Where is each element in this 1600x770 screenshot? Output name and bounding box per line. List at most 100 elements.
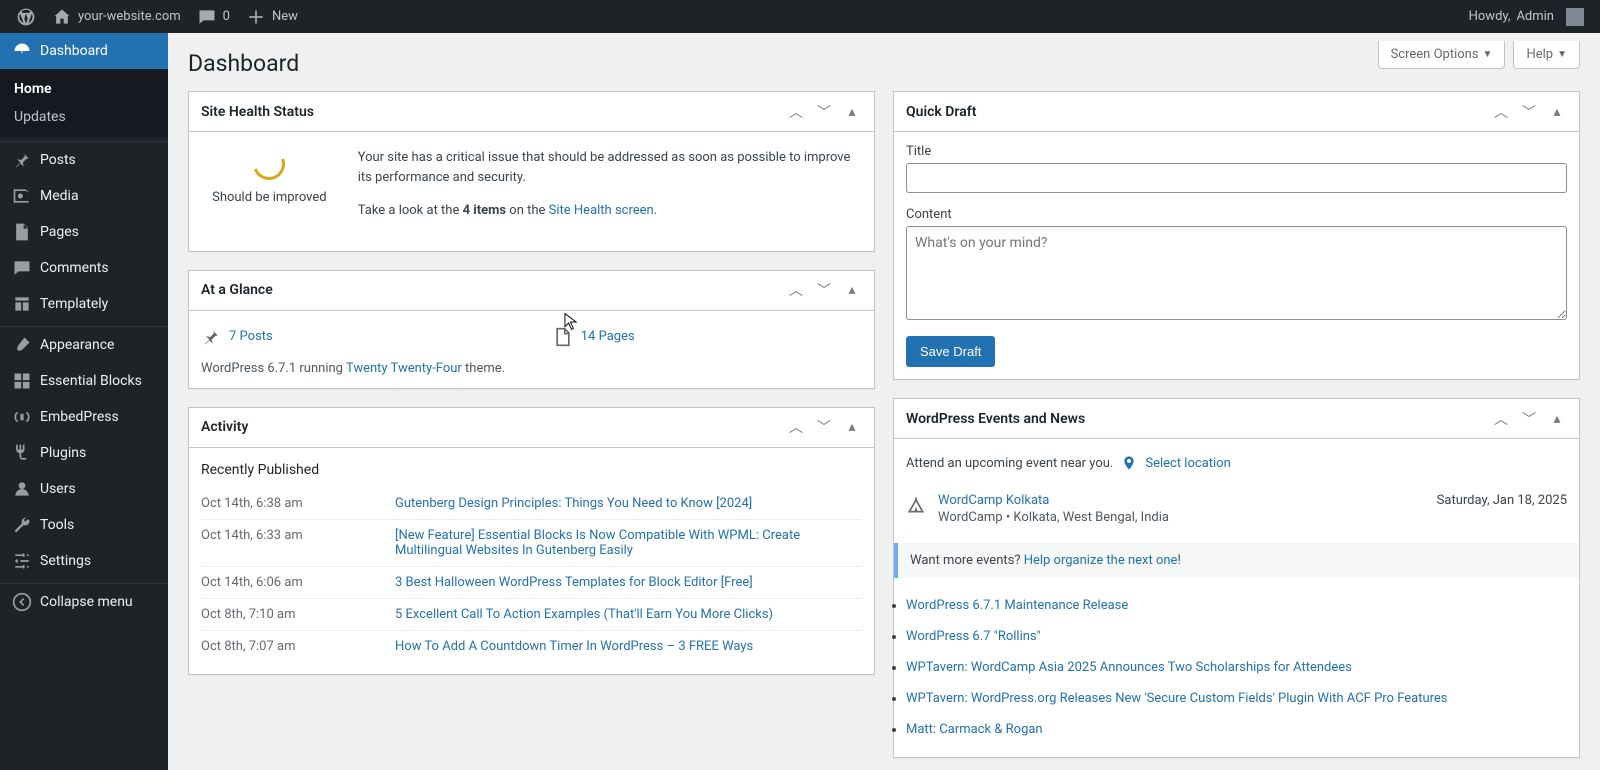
menu-item-tools[interactable]: Tools bbox=[0, 507, 168, 543]
menu-item-templately[interactable]: Templately bbox=[0, 286, 168, 322]
events-near-text: Attend an upcoming event near you. bbox=[906, 456, 1113, 471]
event-link[interactable]: WordCamp Kolkata bbox=[938, 493, 1049, 508]
news-link[interactable]: WordPress 6.7 "Rollins" bbox=[906, 629, 1041, 644]
toggle-panel-button[interactable]: ▴ bbox=[1547, 102, 1567, 122]
move-down-button[interactable]: ﹀ bbox=[1519, 409, 1539, 429]
activity-item: Oct 14th, 6:33 am[New Feature] Essential… bbox=[201, 519, 862, 566]
activity-date: Oct 8th, 7:07 am bbox=[201, 639, 371, 654]
toggle-panel-button[interactable]: ▴ bbox=[842, 280, 862, 300]
move-up-button[interactable]: ︿ bbox=[786, 280, 806, 300]
site-health-title: Site Health Status bbox=[201, 104, 314, 120]
collapse-icon bbox=[12, 592, 32, 612]
draft-title: Quick Draft bbox=[906, 104, 976, 120]
toggle-panel-button[interactable]: ▴ bbox=[1547, 409, 1567, 429]
draft-content-textarea[interactable] bbox=[906, 226, 1567, 320]
activity-date: Oct 14th, 6:38 am bbox=[201, 496, 371, 511]
embed-icon bbox=[12, 407, 32, 427]
draft-content-label: Content bbox=[906, 207, 1567, 222]
menu-item-appearance[interactable]: Appearance bbox=[0, 327, 168, 363]
activity-date: Oct 8th, 7:10 am bbox=[201, 607, 371, 622]
user-name: Admin bbox=[1516, 9, 1554, 24]
move-down-button[interactable]: ﹀ bbox=[814, 102, 834, 122]
menu-item-pages[interactable]: Pages bbox=[0, 214, 168, 250]
activity-item: Oct 14th, 6:06 am 3 Best Halloween WordPr… bbox=[201, 566, 862, 598]
wp-logo-menu[interactable] bbox=[8, 0, 44, 33]
event-meta: WordCamp • Kolkata, West Bengal, India bbox=[938, 510, 1425, 525]
admin-toolbar: your-website.com 0 New Howdy, Admin bbox=[0, 0, 1600, 33]
comments-link[interactable]: 0 bbox=[189, 0, 238, 33]
move-up-button[interactable]: ︿ bbox=[1491, 409, 1511, 429]
news-link[interactable]: WPTavern: WordPress.org Releases New 'Se… bbox=[906, 691, 1448, 706]
menu-item-posts[interactable]: Posts bbox=[0, 142, 168, 178]
templately-icon bbox=[12, 294, 32, 314]
select-location-link[interactable]: Select location bbox=[1145, 456, 1230, 471]
activity-post-link[interactable]: How To Add A Countdown Timer In WordPres… bbox=[395, 639, 753, 654]
news-link[interactable]: Matt: Carmack & Rogan bbox=[906, 722, 1043, 737]
move-down-button[interactable]: ﹀ bbox=[1519, 102, 1539, 122]
menu-item-plugins[interactable]: Plugins bbox=[0, 435, 168, 471]
menu-item-media[interactable]: Media bbox=[0, 178, 168, 214]
dashboard-icon bbox=[12, 41, 32, 61]
activity-post-link[interactable]: 5 Excellent Call To Action Examples (Tha… bbox=[395, 607, 773, 622]
activity-post-link[interactable]: [New Feature] Essential Blocks Is Now Co… bbox=[395, 528, 862, 558]
activity-item: Oct 8th, 7:07 am How To Add A Countdown T… bbox=[201, 630, 862, 662]
menu-item-dashboard[interactable]: Dashboard bbox=[0, 33, 168, 69]
move-up-button[interactable]: ︿ bbox=[786, 102, 806, 122]
organize-event-link[interactable]: Help organize the next one bbox=[1024, 553, 1178, 568]
activity-item: Oct 8th, 7:10 am 5 Excellent Call To Acti… bbox=[201, 598, 862, 630]
health-indicator: Should be improved bbox=[201, 148, 338, 235]
event-date: Saturday, Jan 18, 2025 bbox=[1437, 493, 1567, 508]
site-health-link[interactable]: Site Health screen bbox=[549, 203, 654, 218]
health-progress-icon bbox=[248, 143, 291, 186]
wordcamp-icon bbox=[906, 495, 926, 515]
move-up-button[interactable]: ︿ bbox=[1491, 102, 1511, 122]
activity-post-link[interactable]: 3 Best Halloween WordPress Templates for… bbox=[395, 575, 753, 590]
submenu-item-updates[interactable]: Updates bbox=[0, 103, 168, 131]
news-item: WordPress 6.7 "Rollins" bbox=[906, 621, 1567, 652]
news-link[interactable]: WPTavern: WordCamp Asia 2025 Announces T… bbox=[906, 660, 1352, 675]
collapse-menu[interactable]: Collapse menu bbox=[0, 584, 168, 620]
move-down-button[interactable]: ﹀ bbox=[814, 280, 834, 300]
page-title: Dashboard bbox=[188, 41, 299, 81]
account-menu[interactable]: Howdy, Admin bbox=[1461, 0, 1592, 33]
site-name-link[interactable]: your-website.com bbox=[44, 0, 189, 33]
wrench-icon bbox=[12, 515, 32, 535]
draft-title-input[interactable] bbox=[906, 163, 1567, 193]
menu-item-users[interactable]: Users bbox=[0, 471, 168, 507]
move-down-button[interactable]: ﹀ bbox=[814, 417, 834, 437]
activity-post-link[interactable]: Gutenberg Design Principles: Things You … bbox=[395, 496, 752, 511]
move-up-button[interactable]: ︿ bbox=[786, 417, 806, 437]
toggle-panel-button[interactable]: ▴ bbox=[842, 102, 862, 122]
user-icon bbox=[12, 479, 32, 499]
comment-icon bbox=[197, 7, 217, 27]
new-content-menu[interactable]: New bbox=[238, 0, 306, 33]
chevron-down-icon: ▼ bbox=[1557, 49, 1567, 60]
menu-item-settings[interactable]: Settings bbox=[0, 543, 168, 579]
pages-link[interactable]: 14 Pages bbox=[581, 329, 635, 344]
wordpress-icon bbox=[16, 7, 36, 27]
posts-link[interactable]: 7 Posts bbox=[229, 329, 273, 344]
comments-count: 0 bbox=[223, 9, 230, 24]
news-item: WordPress 6.7.1 Maintenance Release bbox=[906, 590, 1567, 621]
health-action: Take a look at the 4 items on the Site H… bbox=[358, 201, 862, 221]
toggle-panel-button[interactable]: ▴ bbox=[842, 417, 862, 437]
howdy-prefix: Howdy, bbox=[1469, 9, 1511, 24]
news-item: WPTavern: WordPress.org Releases New 'Se… bbox=[906, 683, 1567, 714]
media-icon bbox=[12, 186, 32, 206]
comment-icon bbox=[12, 258, 32, 278]
blocks-icon bbox=[12, 371, 32, 391]
menu-item-essential-blocks[interactable]: Essential Blocks bbox=[0, 363, 168, 399]
help-toggle[interactable]: Help▼ bbox=[1513, 41, 1580, 69]
theme-link[interactable]: Twenty Twenty-Four bbox=[346, 361, 462, 376]
activity-title: Activity bbox=[201, 419, 248, 435]
health-message: Your site has a critical issue that shou… bbox=[358, 148, 862, 187]
save-draft-button[interactable]: Save Draft bbox=[906, 336, 995, 367]
menu-item-embedpress[interactable]: EmbedPress bbox=[0, 399, 168, 435]
submenu-item-home[interactable]: Home bbox=[0, 75, 168, 103]
menu-item-comments[interactable]: Comments bbox=[0, 250, 168, 286]
activity-date: Oct 14th, 6:06 am bbox=[201, 575, 371, 590]
screen-options-toggle[interactable]: Screen Options▼ bbox=[1378, 41, 1506, 69]
at-a-glance-box: At a Glance︿﹀▴ 7 Posts 14 Pages WordPres… bbox=[188, 270, 875, 389]
admin-sidebar: Dashboard HomeUpdates PostsMediaPagesCom… bbox=[0, 33, 168, 770]
news-link[interactable]: WordPress 6.7.1 Maintenance Release bbox=[906, 598, 1128, 613]
